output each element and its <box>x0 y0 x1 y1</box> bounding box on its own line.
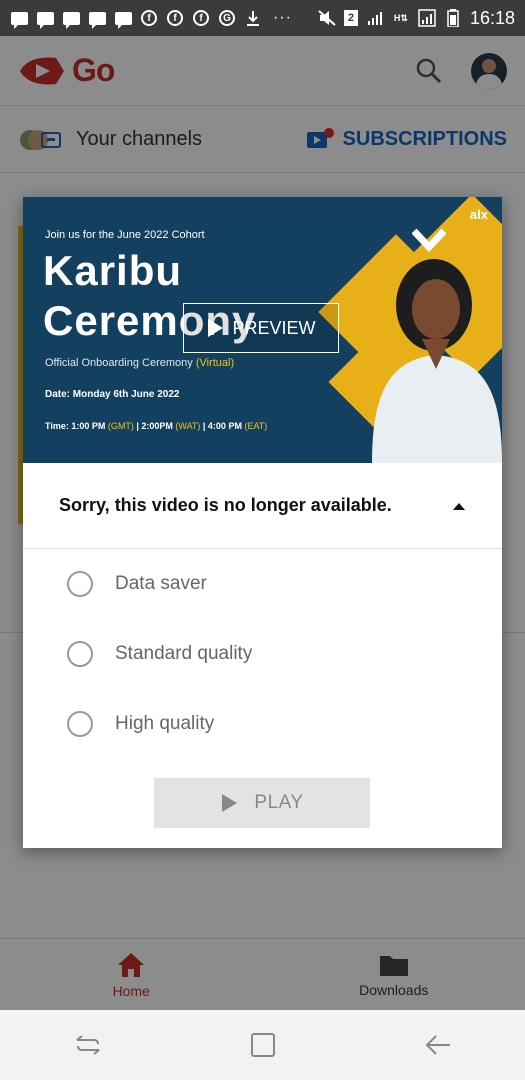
download-icon <box>244 10 262 26</box>
facebook-icon: f <box>192 10 210 26</box>
video-thumbnail: Join us for the June 2022 Cohort alx Kar… <box>23 197 502 463</box>
signal-icon <box>366 10 384 26</box>
collapse-arrow-icon <box>453 502 465 510</box>
notification-icons: f f f G <box>10 10 273 29</box>
play-button[interactable]: PLAY <box>154 778 370 828</box>
battery-icon <box>444 9 462 27</box>
network-h-icon: H⇅ <box>393 12 408 23</box>
option-high-quality[interactable]: High quality <box>23 689 502 759</box>
time-part: (EAT) <box>244 421 268 431</box>
radio-button[interactable] <box>67 571 93 597</box>
option-label: Standard quality <box>115 643 253 664</box>
time-part: | 2:00PM <box>133 421 176 431</box>
video-dialog: Join us for the June 2022 Cohort alx Kar… <box>23 197 502 848</box>
time-part: (GMT) <box>107 421 134 431</box>
status-bar: f f f G ··· 2 H⇅ 16:18 <box>0 0 525 36</box>
facebook-icon: f <box>140 10 158 26</box>
facebook-icon: f <box>166 10 184 26</box>
recent-apps-icon <box>75 1035 100 1055</box>
sim-icon: 2 <box>343 10 358 26</box>
thumbnail-brand: alx <box>469 207 488 222</box>
mute-icon <box>318 10 336 26</box>
signal-icon <box>418 9 436 27</box>
option-data-saver[interactable]: Data saver <box>23 549 502 619</box>
message-icon <box>36 10 54 29</box>
thumbnail-time: Time: 1:00 PM (GMT) | 2:00PM (WAT) | 4:0… <box>45 421 267 431</box>
alx-chevron-icon <box>412 228 446 253</box>
unavailable-header[interactable]: Sorry, this video is no longer available… <box>23 463 502 549</box>
thumbnail-join-text: Join us for the June 2022 Cohort <box>45 229 205 241</box>
radio-button[interactable] <box>67 711 93 737</box>
thumbnail-subtitle: Official Onboarding Ceremony (Virtual) <box>45 357 234 369</box>
preview-label: PREVIEW <box>232 317 316 338</box>
message-icon <box>114 10 132 29</box>
message-icon <box>88 10 106 29</box>
recent-apps-button[interactable] <box>68 1025 108 1065</box>
back-arrow-icon <box>425 1035 450 1055</box>
home-system-button[interactable] <box>243 1025 283 1065</box>
preview-button[interactable]: PREVIEW <box>183 303 339 353</box>
more-notifications-icon: ··· <box>272 9 292 26</box>
time-part: Time: 1:00 PM <box>45 421 108 431</box>
unavailable-message: Sorry, this video is no longer available… <box>59 495 392 515</box>
message-icon <box>10 10 28 29</box>
time-part: (WAT) <box>175 421 201 431</box>
time-part: | 4:00 PM <box>200 421 245 431</box>
message-icon <box>62 10 80 29</box>
play-icon <box>222 794 238 812</box>
option-standard-quality[interactable]: Standard quality <box>23 619 502 689</box>
system-navigation-bar <box>0 1010 525 1080</box>
thumbnail-subtitle-accent: (Virtual) <box>195 357 235 369</box>
back-button[interactable] <box>418 1025 458 1065</box>
speaker-photo <box>372 259 502 463</box>
option-label: High quality <box>115 713 215 734</box>
quality-options: Data saver Standard quality High quality <box>23 549 502 759</box>
radio-button[interactable] <box>67 641 93 667</box>
system-status: ··· 2 H⇅ 16:18 <box>273 8 515 29</box>
thumbnail-subtitle-main: Official Onboarding Ceremony <box>45 357 193 369</box>
option-label: Data saver <box>115 573 207 594</box>
play-icon <box>208 319 224 337</box>
home-square-icon <box>250 1033 275 1057</box>
thumbnail-title-line1: Karibu <box>43 247 183 294</box>
clock: 16:18 <box>469 7 515 28</box>
thumbnail-date: Date: Monday 6th June 2022 <box>45 389 180 400</box>
google-icon: G <box>218 10 236 26</box>
play-label: PLAY <box>254 792 304 813</box>
